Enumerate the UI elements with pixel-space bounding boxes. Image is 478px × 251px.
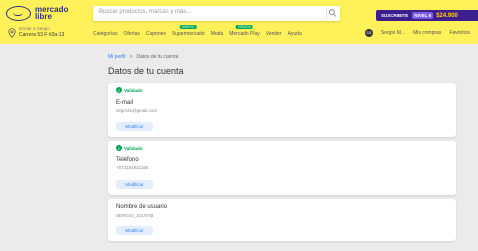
logo-line2: libre bbox=[35, 12, 52, 21]
nav-ayuda[interactable]: Ayuda bbox=[288, 31, 302, 37]
free-badge: GRATIS bbox=[236, 25, 253, 29]
breadcrumb-current: Datos de tu cuenta bbox=[136, 54, 179, 60]
address-value: Carrera 53 F #2a-13 bbox=[19, 32, 65, 38]
breadcrumb: Mi perfil > Datos de tu cuenta bbox=[108, 54, 178, 60]
user-nav: SG Sergio M... Mis compras Favoritos bbox=[364, 29, 478, 37]
validated-label: Validado bbox=[124, 87, 143, 93]
subscription-banner[interactable]: SUSCRIBITE NIVEL 6 $24.900 bbox=[376, 10, 478, 21]
nav-supermercado[interactable]: NUEVO Supermercado bbox=[172, 25, 205, 37]
favorites-link[interactable]: Favoritos bbox=[449, 30, 470, 36]
nav-cupones[interactable]: Cupones bbox=[146, 31, 166, 37]
search-input[interactable]: Buscar productos, marcas y más... bbox=[99, 9, 191, 15]
nav-moda[interactable]: Moda bbox=[211, 31, 224, 37]
check-icon: ✓ bbox=[116, 87, 122, 93]
search-icon[interactable] bbox=[328, 8, 337, 18]
search-divider bbox=[326, 9, 327, 18]
validated-badge: ✓ Validado bbox=[116, 145, 143, 151]
mercadolibre-logo[interactable]: mercado libre bbox=[6, 4, 90, 22]
header: mercado libre Buscar productos, marcas y… bbox=[0, 0, 478, 44]
modify-phone-button[interactable]: Modificar bbox=[116, 180, 153, 189]
avatar[interactable]: SG bbox=[364, 29, 373, 37]
check-icon: ✓ bbox=[116, 145, 122, 151]
promo-text: SUSCRIBITE bbox=[381, 13, 409, 18]
nav-ofertas[interactable]: Ofertas bbox=[123, 31, 139, 37]
modify-email-button[interactable]: Modificar bbox=[116, 122, 153, 131]
nav-mercado-play[interactable]: GRATIS Mercado Play bbox=[229, 25, 260, 37]
modify-username-button[interactable]: Modificar bbox=[116, 226, 153, 235]
phone-card: ✓ Validado Teléfono +573154831155 Modifi… bbox=[108, 141, 456, 195]
user-menu[interactable]: Sergio M... bbox=[381, 30, 405, 36]
location-pin-icon bbox=[8, 28, 16, 38]
validated-label: Validado bbox=[124, 145, 143, 151]
main-nav: Categorías Ofertas Cupones NUEVO Supermer… bbox=[93, 25, 308, 37]
nav-vender[interactable]: Vender bbox=[266, 31, 282, 37]
validated-badge: ✓ Validado bbox=[116, 87, 143, 93]
email-label: E-mail bbox=[116, 100, 134, 106]
new-badge: NUEVO bbox=[180, 25, 197, 29]
promo-price: $24.900 bbox=[436, 12, 458, 19]
breadcrumb-profile-link[interactable]: Mi perfil bbox=[108, 54, 126, 60]
handshake-logo-icon bbox=[6, 5, 31, 21]
my-purchases-link[interactable]: Mis compras bbox=[413, 30, 441, 36]
username-label: Nombre de usuario bbox=[116, 204, 168, 210]
promo-level: NIVEL 6 bbox=[412, 12, 434, 19]
phone-label: Teléfono bbox=[116, 157, 139, 163]
email-value: segm31@gmail.com bbox=[116, 108, 158, 113]
breadcrumb-separator: > bbox=[129, 54, 133, 60]
page-title: Datos de tu cuenta bbox=[108, 66, 184, 76]
nav-categorias[interactable]: Categorías bbox=[93, 31, 117, 37]
username-value: SERGIO_JGUTAB bbox=[116, 213, 154, 218]
phone-value: +573154831155 bbox=[116, 165, 149, 170]
search-bar[interactable]: Buscar productos, marcas y más... bbox=[93, 6, 340, 21]
shipping-address[interactable]: Enviar a Sergio Carrera 53 F #2a-13 bbox=[8, 26, 82, 40]
email-card: ✓ Validado E-mail segm31@gmail.com Modif… bbox=[108, 83, 456, 137]
username-card: Nombre de usuario SERGIO_JGUTAB Modifica… bbox=[108, 199, 456, 241]
